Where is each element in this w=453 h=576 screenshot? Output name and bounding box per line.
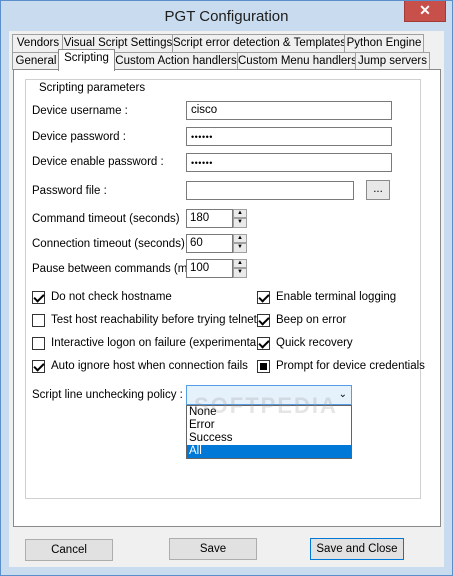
do-not-check-hostname-checkbox[interactable]: Do not check hostname: [32, 290, 252, 306]
checkbox-label: Enable terminal logging: [276, 291, 397, 303]
checkbox-label: Do not check hostname: [51, 291, 172, 303]
tab-label: Custom Action handlers: [115, 55, 237, 67]
tab-label: Custom Menu handlers: [238, 55, 357, 67]
pause-between-input[interactable]: 100: [186, 259, 233, 278]
spin-down-icon[interactable]: ▼: [233, 243, 247, 253]
command-timeout-label: Command timeout (seconds): [32, 213, 180, 225]
quick-recovery-checkbox[interactable]: Quick recovery: [257, 336, 417, 352]
browse-password-file-button[interactable]: ...: [366, 180, 390, 200]
test-host-reachability-checkbox[interactable]: Test host reachability before trying tel…: [32, 313, 257, 329]
spin-up-icon[interactable]: ▲: [233, 209, 247, 218]
checkbox-box: [32, 291, 45, 304]
tab-label: Script error detection & Templates: [173, 37, 347, 49]
tab-custom-action-handlers[interactable]: Custom Action handlers: [113, 52, 239, 70]
title-bar: PGT Configuration ✕: [1, 1, 452, 31]
scripting-panel: Scripting parameters Device username : c…: [13, 69, 441, 527]
device-password-label: Device password :: [32, 131, 126, 143]
tab-jump-servers[interactable]: Jump servers: [355, 52, 430, 70]
checkbox-box: [32, 314, 45, 327]
checkbox-box: [32, 360, 45, 373]
checkbox-label: Beep on error: [276, 314, 347, 326]
interactive-logon-checkbox[interactable]: Interactive logon on failure (experiment…: [32, 336, 263, 352]
spin-up-icon[interactable]: ▲: [233, 234, 247, 243]
device-enable-password-label: Device enable password :: [32, 156, 164, 168]
config-window: PGT Configuration ✕ Vendors Visual Scrip…: [0, 0, 453, 576]
checkbox-label: Test host reachability before trying tel…: [51, 314, 257, 326]
checkbox-box: [257, 360, 270, 373]
tab-python-engine[interactable]: Python Engine: [344, 34, 424, 52]
tab-label: Python Engine: [346, 37, 422, 49]
dropdown-option-success[interactable]: Success: [187, 432, 351, 445]
auto-ignore-host-checkbox[interactable]: Auto ignore host when connection fails: [32, 359, 252, 375]
checkbox-box: [257, 291, 270, 304]
checkbox-label: Quick recovery: [276, 337, 353, 349]
command-timeout-input[interactable]: 180: [186, 209, 233, 228]
spin-down-icon[interactable]: ▼: [233, 268, 247, 278]
tab-vendors[interactable]: Vendors: [12, 34, 64, 52]
client-area: Vendors Visual Script Settings Script er…: [9, 31, 444, 567]
tab-label: Visual Script Settings: [63, 37, 173, 49]
connection-timeout-label: Connection timeout (seconds): [32, 238, 185, 250]
tab-scripting[interactable]: Scripting: [58, 49, 115, 71]
tab-custom-menu-handlers[interactable]: Custom Menu handlers: [237, 52, 357, 70]
prompt-device-credentials-checkbox[interactable]: Prompt for device credentials: [257, 359, 425, 375]
unchecking-policy-label: Script line unchecking policy :: [32, 389, 183, 401]
window-title: PGT Configuration: [164, 8, 289, 25]
checkbox-label: Interactive logon on failure (experiment…: [51, 337, 263, 349]
spin-up-icon[interactable]: ▲: [233, 259, 247, 268]
device-username-label: Device username :: [32, 105, 128, 117]
checkbox-box: [257, 337, 270, 350]
enable-terminal-logging-checkbox[interactable]: Enable terminal logging: [257, 290, 417, 306]
cancel-button[interactable]: Cancel: [25, 539, 113, 561]
password-file-input[interactable]: [186, 181, 354, 200]
beep-on-error-checkbox[interactable]: Beep on error: [257, 313, 417, 329]
tab-label: Jump servers: [357, 55, 428, 67]
checkbox-box: [32, 337, 45, 350]
pause-between-spinner: 100 ▲ ▼: [186, 259, 248, 278]
device-password-input[interactable]: ••••••: [186, 127, 392, 146]
tab-label: General: [15, 55, 57, 67]
chevron-down-icon: ⌄: [338, 389, 347, 400]
group-legend: Scripting parameters: [36, 82, 149, 94]
checkbox-label: Prompt for device credentials: [276, 360, 425, 372]
pause-between-label: Pause between commands (ms): [32, 263, 197, 275]
connection-timeout-spinner: 60 ▲ ▼: [186, 234, 248, 253]
tab-general[interactable]: General: [12, 52, 60, 70]
close-icon: ✕: [419, 2, 431, 18]
close-button[interactable]: ✕: [404, 1, 446, 22]
password-file-label: Password file :: [32, 185, 107, 197]
tab-label: Scripting: [64, 52, 109, 64]
command-timeout-spinner: 180 ▲ ▼: [186, 209, 248, 228]
save-and-close-button[interactable]: Save and Close: [310, 538, 404, 560]
dropdown-option-all[interactable]: All: [187, 445, 351, 458]
checkbox-label: Auto ignore host when connection fails: [51, 360, 248, 372]
dropdown-option-error[interactable]: Error: [187, 419, 351, 432]
tab-script-error-detection[interactable]: Script error detection & Templates: [172, 34, 346, 52]
device-username-input[interactable]: cisco: [186, 101, 392, 120]
spin-down-icon[interactable]: ▼: [233, 218, 247, 228]
device-enable-password-input[interactable]: ••••••: [186, 153, 392, 172]
softpedia-watermark: SOFTPEDIA: [194, 393, 338, 418]
connection-timeout-input[interactable]: 60: [186, 234, 233, 253]
checkbox-box: [257, 314, 270, 327]
save-button[interactable]: Save: [169, 538, 257, 560]
tab-label: Vendors: [16, 37, 60, 49]
